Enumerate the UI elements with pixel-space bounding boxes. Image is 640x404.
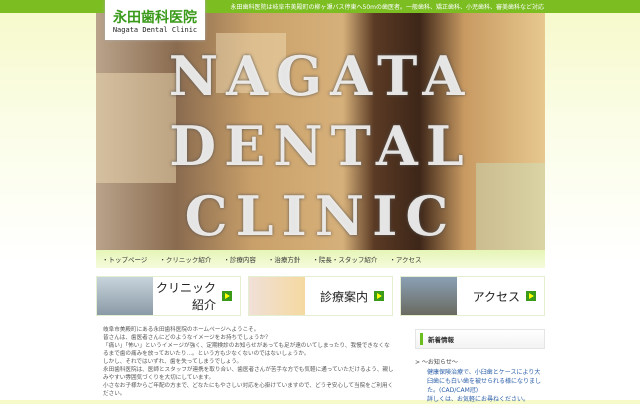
paragraph: しかし、それではいずれ、歯を失ってしまうでしょう。 (103, 359, 243, 365)
banner-label: 診療案内 (319, 289, 368, 304)
children-photo (249, 277, 305, 315)
news-item[interactable]: 健康保険治療で、小臼歯とケースにより大臼歯にも白い歯を被せられる様になりました。… (415, 368, 545, 404)
banner-label: クリニック紹介 (155, 281, 216, 312)
logo-japanese: 永田歯科医院 (113, 10, 197, 26)
nav-access[interactable]: ・アクセス (389, 254, 421, 264)
paragraph: 「痛い」「怖い」というイメージが強く、定期検診のお知らせがあっても足が遠のいてし… (103, 343, 390, 357)
top-bar: 永田歯科医院は岐阜市美殿町の柳ヶ瀬バス停東へ50mの歯医者。一般歯科、矯正歯科、… (0, 0, 640, 13)
banner-treatment[interactable]: 診療案内 (248, 276, 393, 316)
sidebar-news: 新着情報 > ～お知らせ～ 健康保険治療で、小臼歯とケースにより大臼歯にも白い歯… (415, 329, 545, 404)
nav-staff[interactable]: ・院長・スタッフ紹介 (312, 254, 377, 264)
hero-title: NAGATA DENTAL CLINIC (96, 41, 545, 250)
logo-english: Nagata Dental Clinic (112, 26, 198, 34)
banner-label: アクセス (472, 289, 520, 304)
paragraph: 永田歯科医院は、医師とスタッフが連携を取り合い、歯医者さんが苦手な方でも気軽に通… (103, 367, 394, 381)
hero-image: NAGATA DENTAL CLINIC (96, 13, 545, 250)
banners: クリニック紹介 診療案内 アクセス (96, 276, 545, 316)
news-text[interactable]: 健康保険治療で、小臼歯とケースにより大臼歯にも白い歯を被せられる様になりました。… (427, 369, 541, 394)
banner-clinic[interactable]: クリニック紹介 (96, 276, 241, 316)
news-title: 新着情報 (428, 336, 454, 344)
play-icon (526, 291, 536, 301)
nav-policy[interactable]: ・治療方針 (268, 254, 301, 264)
tagline: 永田歯科医院は岐阜市美殿町の柳ヶ瀬バス停東へ50mの歯医者。一般歯科、矯正歯科、… (230, 4, 544, 11)
building-photo (401, 277, 457, 315)
banner-access[interactable]: アクセス (400, 276, 545, 316)
nav-treatment[interactable]: ・診療内容 (223, 254, 256, 264)
logo[interactable]: 永田歯科医院 Nagata Dental Clinic (105, 0, 205, 40)
paragraph: 岐阜市美殿町にある永田歯科医院のホームページへようこそ。 (103, 327, 260, 333)
news-heading: 新着情報 (415, 329, 545, 349)
news-category: > ～お知らせ～ (415, 359, 458, 366)
intro-text: 岐阜市美殿町にある永田歯科医院のホームページへようこそ。 皆さんは、歯医者さんに… (103, 326, 395, 398)
hero-line: CLINIC (184, 184, 457, 248)
paragraph: 皆さんは、歯医者さんにどのようなイメージをお持ちでしょうか？ (103, 335, 271, 341)
main-nav: ・トップページ ・クリニック紹介 ・診療内容 ・治療方針 ・院長・スタッフ紹介 … (96, 250, 545, 268)
hero-line: NAGATA (168, 44, 473, 108)
clinic-photo (97, 277, 153, 315)
play-icon (222, 291, 232, 301)
hero-line: DENTAL (169, 114, 472, 178)
nav-top[interactable]: ・トップページ (102, 254, 147, 264)
heading-marker (420, 333, 423, 345)
play-icon (374, 291, 384, 301)
nav-clinic[interactable]: ・クリニック紹介 (159, 254, 211, 264)
paragraph: 小さなお子様からご年配の方まで、どなたにもやさしい対応を心掛けていますので、どう… (103, 383, 394, 397)
